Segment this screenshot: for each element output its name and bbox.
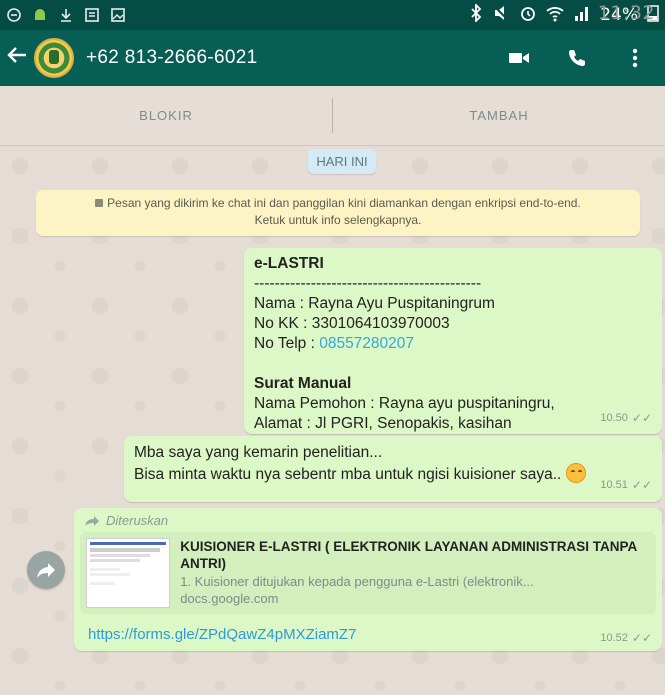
message-kk: No KK : 3301064103970003: [254, 315, 450, 332]
unknown-contact-actions: BLOKIR TAMBAH: [0, 86, 665, 146]
link-preview[interactable]: KUISIONER E-LASTRI ( ELEKTRONIK LAYANAN …: [80, 532, 656, 614]
mute-icon: [492, 4, 510, 27]
encryption-notice[interactable]: Pesan yang dikirim ke chat ini dan pangg…: [36, 190, 640, 236]
forwarded-label: Diteruskan: [84, 513, 656, 528]
message-section: Surat Manual: [254, 375, 352, 392]
message-line1: Mba saya yang kemarin penelitian...: [134, 444, 383, 461]
forward-icon: [85, 515, 99, 526]
phone-link[interactable]: 08557280207: [319, 335, 414, 352]
android-icon: [32, 7, 48, 23]
message-time: 10.51 ✓✓: [600, 475, 652, 496]
message-link[interactable]: https://forms.gle/ZPdQawZ4pMXZiamZ7: [88, 626, 656, 643]
message-time: 10.50 ✓✓: [600, 408, 652, 428]
video-call-icon[interactable]: [507, 46, 531, 70]
message-bubble[interactable]: Mba saya yang kemarin penelitian... Bisa…: [124, 436, 662, 502]
back-arrow-icon[interactable]: [0, 43, 34, 73]
lock-icon: [95, 199, 104, 207]
bluetooth-icon: [469, 2, 483, 27]
block-button[interactable]: BLOKIR: [0, 86, 332, 145]
avatar[interactable]: [34, 38, 74, 78]
double-check-icon: ✓✓: [631, 631, 652, 645]
message-name: Nama : Rayna Ayu Puspitaningrum: [254, 295, 495, 312]
forward-share-button[interactable]: [27, 551, 65, 589]
message-divider: ----------------------------------------…: [254, 275, 482, 292]
double-check-icon: ✓✓: [631, 411, 652, 425]
phone-label: No Telp :: [254, 335, 320, 352]
message-bubble[interactable]: Diteruskan KUISIONER E-LASTRI ( ELEKTRON…: [74, 508, 662, 651]
message-heading: e-LASTRI: [254, 255, 324, 272]
preview-thumbnail: [86, 538, 171, 608]
signal-icon: [573, 4, 591, 27]
alarm-icon: [519, 4, 537, 27]
message-bubble[interactable]: e-LASTRI -------------------------------…: [244, 248, 662, 434]
preview-description: 1. Kuisioner ditujukan kepada pengguna e…: [180, 574, 534, 589]
sync-icon: [6, 7, 22, 23]
more-vert-icon[interactable]: [623, 46, 647, 70]
list-icon: [84, 7, 100, 23]
download-icon: [58, 7, 74, 23]
message-address: Alamat : Jl PGRI, Senopakis, kasihan: [254, 415, 512, 432]
preview-domain: docs.google.com: [180, 591, 279, 606]
double-check-icon: ✓✓: [631, 478, 652, 492]
system-icons: 24% 11:32: [469, 2, 659, 27]
encryption-notice-line2: Ketuk untuk info selengkapnya.: [254, 213, 422, 227]
message-phone-row: No Telp : 08557280207: [254, 334, 652, 354]
encryption-notice-line1: Pesan yang dikirim ke chat ini dan pangg…: [107, 196, 581, 210]
status-time: 11:32: [597, 2, 655, 24]
message-time: 10.52 ✓✓: [600, 631, 652, 645]
date-label: HARI INI: [308, 149, 376, 174]
add-contact-button[interactable]: TAMBAH: [333, 86, 665, 145]
app-bar: +62 813-2666-6021: [0, 30, 665, 86]
app-bar-actions: [507, 46, 647, 70]
preview-title: KUISIONER E-LASTRI ( ELEKTRONIK LAYANAN …: [180, 539, 637, 571]
contact-title[interactable]: +62 813-2666-6021: [86, 47, 258, 69]
message-line2: Bisa minta waktu nya sebentr mba untuk n…: [134, 463, 652, 485]
status-bar: 24% 11:32: [0, 0, 665, 30]
message-applicant: Nama Pemohon : Rayna ayu puspitaningru,: [254, 395, 555, 412]
image-icon: [110, 7, 126, 23]
voice-call-icon[interactable]: [565, 46, 589, 70]
notification-icons: [6, 7, 126, 23]
wifi-icon: [546, 4, 564, 27]
emoji-icon: [565, 463, 586, 483]
